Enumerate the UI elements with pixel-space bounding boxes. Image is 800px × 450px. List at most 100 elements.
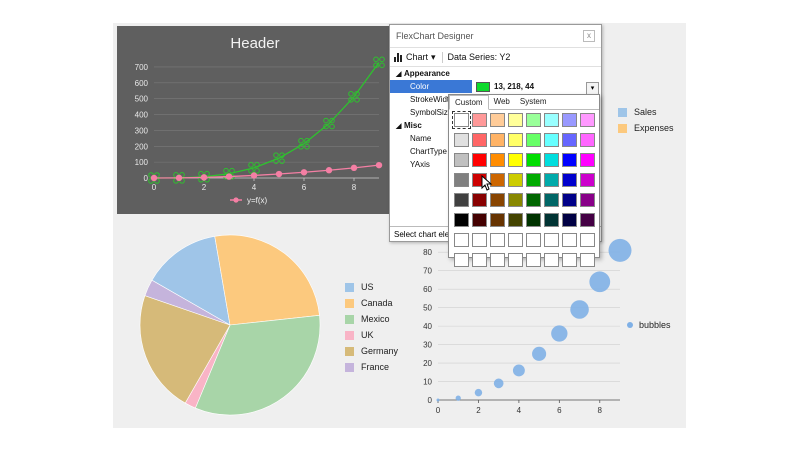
color-swatch-cell[interactable] <box>454 173 469 187</box>
color-swatch-cell[interactable] <box>544 173 559 187</box>
color-swatch-cell[interactable] <box>580 193 595 207</box>
y-tick-label: 40 <box>423 322 432 331</box>
color-swatch-cell[interactable] <box>526 153 541 167</box>
color-swatch-cell[interactable] <box>508 193 523 207</box>
color-swatch-cell[interactable] <box>562 133 577 147</box>
color-swatch-cell[interactable] <box>526 233 541 247</box>
color-swatch-cell[interactable] <box>454 133 469 147</box>
color-swatch-cell[interactable] <box>580 253 595 267</box>
bubble <box>474 388 483 397</box>
color-swatch-cell[interactable] <box>544 253 559 267</box>
color-swatch-cell[interactable] <box>562 193 577 207</box>
data-point <box>150 174 158 182</box>
color-swatch-cell[interactable] <box>508 253 523 267</box>
color-swatch-cell[interactable] <box>580 153 595 167</box>
color-swatch-cell[interactable] <box>508 173 523 187</box>
color-swatch-cell[interactable] <box>562 253 577 267</box>
color-swatch-cell[interactable] <box>454 233 469 247</box>
tab-custom[interactable]: Custom <box>449 95 489 110</box>
property-name: Color <box>390 80 472 93</box>
x-tick-label: 0 <box>436 406 441 415</box>
color-swatch-cell[interactable] <box>490 213 505 227</box>
color-swatch-cell[interactable] <box>580 133 595 147</box>
color-swatch-cell[interactable] <box>472 133 487 147</box>
data-point <box>375 161 383 169</box>
x-tick-label: 6 <box>557 406 562 415</box>
color-swatch-cell[interactable] <box>490 233 505 247</box>
tab-web[interactable]: Web <box>489 95 515 109</box>
chart-menu-button[interactable]: Chart ▾ <box>394 51 443 63</box>
color-picker-popup[interactable]: Custom Web System <box>448 94 600 267</box>
color-swatch-cell[interactable] <box>580 213 595 227</box>
y-tick-label: 60 <box>423 285 432 294</box>
pie-slice <box>214 234 320 326</box>
color-swatch-cell[interactable] <box>472 213 487 227</box>
color-swatch-cell[interactable] <box>562 213 577 227</box>
line-chart-panel[interactable]: Header 0 100 200 300 400 500 600 700 0 2 4 6 8 y=f(x) <box>117 26 393 214</box>
color-swatch-cell[interactable] <box>454 213 469 227</box>
pie-chart[interactable] <box>130 225 330 425</box>
color-swatch-cell[interactable] <box>490 133 505 147</box>
close-icon[interactable]: x <box>583 30 595 42</box>
color-swatch-cell[interactable] <box>454 153 469 167</box>
legend-swatch <box>345 298 354 308</box>
color-swatch-cell[interactable] <box>544 193 559 207</box>
color-swatch-cell[interactable] <box>508 233 523 247</box>
color-swatch-cell[interactable] <box>472 233 487 247</box>
bubble <box>589 271 611 293</box>
color-swatch-cell[interactable] <box>454 253 469 267</box>
y-tick-label: 600 <box>135 79 149 88</box>
color-swatch-cell[interactable] <box>544 213 559 227</box>
color-swatch-cell[interactable] <box>580 173 595 187</box>
color-swatch-cell[interactable] <box>454 193 469 207</box>
y-tick-label: 70 <box>423 267 432 276</box>
color-swatch-cell[interactable] <box>508 153 523 167</box>
data-point <box>223 167 229 174</box>
color-swatch-cell[interactable] <box>490 253 505 267</box>
color-value[interactable]: 13, 218, 44 <box>494 82 534 91</box>
color-swatch-cell[interactable] <box>508 133 523 147</box>
color-swatch-cell[interactable] <box>544 113 559 127</box>
chart-menu-label: Chart <box>406 52 429 62</box>
x-tick-label: 2 <box>476 406 481 415</box>
color-swatch-cell[interactable] <box>526 253 541 267</box>
color-swatch-cell[interactable] <box>490 153 505 167</box>
color-swatch-cell[interactable] <box>580 113 595 127</box>
pie-legend-item: UK <box>345 327 398 343</box>
color-swatch-cell[interactable] <box>472 193 487 207</box>
color-swatch-cell[interactable] <box>526 213 541 227</box>
color-swatch-cell[interactable] <box>544 233 559 247</box>
color-swatch-cell[interactable] <box>472 113 487 127</box>
color-swatch-cell[interactable] <box>526 173 541 187</box>
color-swatch-cell[interactable] <box>490 193 505 207</box>
color-swatch-cell[interactable] <box>544 133 559 147</box>
color-swatch-cell[interactable] <box>508 113 523 127</box>
chevron-down-icon: ▾ <box>431 51 436 62</box>
color-swatch-cell[interactable] <box>544 153 559 167</box>
tab-system[interactable]: System <box>515 95 552 109</box>
pie-legend-item: Germany <box>345 343 398 359</box>
legend-item-expenses: Expenses <box>618 120 674 136</box>
y-tick-label: 50 <box>423 304 432 313</box>
color-swatch-cell[interactable] <box>526 133 541 147</box>
expand-icon[interactable]: ◢ <box>396 122 404 130</box>
color-swatch-cell[interactable] <box>562 113 577 127</box>
color-swatch-cell[interactable] <box>490 113 505 127</box>
category-appearance[interactable]: ◢ Appearance <box>390 67 601 80</box>
color-swatch-cell[interactable] <box>580 233 595 247</box>
property-row-color[interactable]: Color 13, 218, 44 <box>390 80 601 93</box>
color-swatch-cell[interactable] <box>508 213 523 227</box>
designer-title-bar[interactable]: FlexChart Designer x <box>390 25 601 48</box>
data-point <box>373 56 379 63</box>
expand-icon[interactable]: ◢ <box>396 70 404 78</box>
color-swatch-cell[interactable] <box>562 173 577 187</box>
color-swatch-cell[interactable] <box>526 193 541 207</box>
color-swatch-cell[interactable] <box>472 153 487 167</box>
pie-legend-item: France <box>345 359 398 375</box>
color-swatch-cell[interactable] <box>562 153 577 167</box>
color-swatch-cell[interactable] <box>562 233 577 247</box>
color-swatch-cell[interactable] <box>526 113 541 127</box>
color-swatch-cell[interactable] <box>452 111 471 129</box>
color-swatch-cell[interactable] <box>472 253 487 267</box>
legend-label: y=f(x) <box>247 196 268 205</box>
